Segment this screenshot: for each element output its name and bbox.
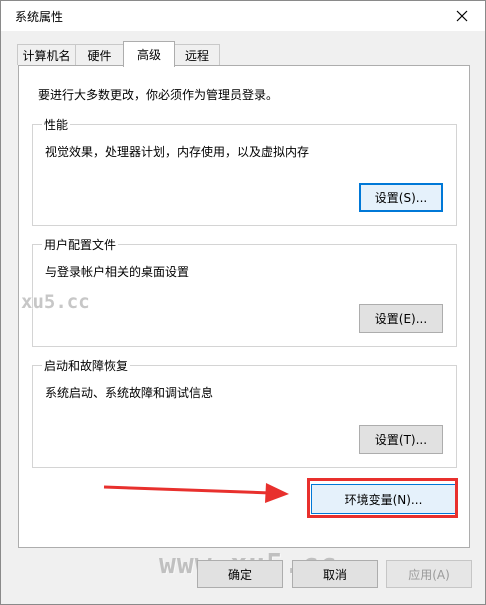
close-button[interactable] <box>439 1 485 31</box>
admin-notice: 要进行大多数更改，你必须作为管理员登录。 <box>38 88 279 102</box>
user-profile-title: 用户配置文件 <box>42 236 119 253</box>
tab-hardware[interactable]: 硬件 <box>75 44 124 65</box>
performance-group: 性能 视觉效果，处理器计划，内存使用，以及虚拟内存 设置(S)... <box>32 116 457 226</box>
startup-recovery-title: 启动和故障恢复 <box>42 357 131 374</box>
apply-button[interactable]: 应用(A) <box>386 560 472 588</box>
tab-advanced[interactable]: 高级 <box>123 41 175 67</box>
performance-description: 视觉效果，处理器计划，内存使用，以及虚拟内存 <box>45 145 310 159</box>
tab-remote[interactable]: 远程 <box>174 44 220 65</box>
watermark-mid: xu5.cc <box>21 291 90 313</box>
startup-recovery-group: 启动和故障恢复 系统启动、系统故障和调试信息 设置(T)... <box>32 357 457 468</box>
user-profile-settings-button[interactable]: 设置(E)... <box>359 304 443 333</box>
performance-settings-button[interactable]: 设置(S)... <box>359 183 443 212</box>
tab-computer-name[interactable]: 计算机名 <box>17 44 76 65</box>
performance-title: 性能 <box>42 116 71 133</box>
highlight-annotation-box <box>307 478 458 518</box>
annotation-arrow-icon <box>103 483 289 503</box>
system-properties-dialog: 系统属性 计算机名 硬件 高级 远程 要进行大多数更改，你必须作为管理员登录。 … <box>0 0 486 605</box>
user-profile-description: 与登录帐户相关的桌面设置 <box>45 265 190 279</box>
cancel-button[interactable]: 取消 <box>292 560 378 588</box>
user-profile-group: 用户配置文件 与登录帐户相关的桌面设置 设置(E)... <box>32 236 457 347</box>
close-icon <box>456 10 468 22</box>
startup-recovery-description: 系统启动、系统故障和调试信息 <box>45 386 214 400</box>
title-bar[interactable]: 系统属性 <box>1 1 485 31</box>
window-title: 系统属性 <box>15 10 64 24</box>
ok-button[interactable]: 确定 <box>197 560 283 588</box>
startup-recovery-settings-button[interactable]: 设置(T)... <box>359 425 443 454</box>
